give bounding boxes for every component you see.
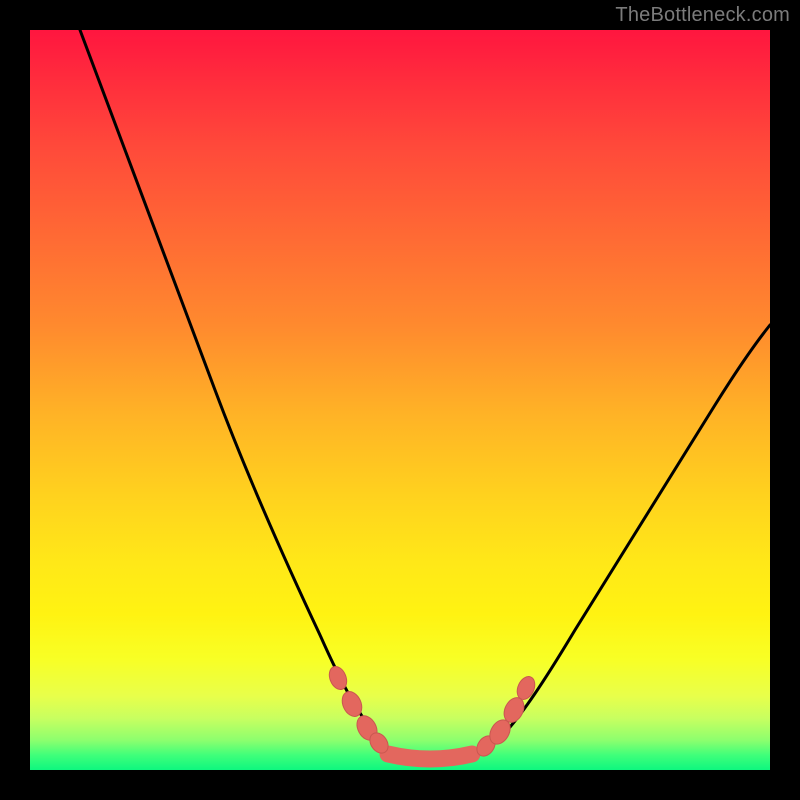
plot-area xyxy=(30,30,770,770)
markers-group xyxy=(326,664,538,760)
trough-pill xyxy=(388,754,472,759)
watermark-text: TheBottleneck.com xyxy=(615,4,790,27)
bottleneck-curve-svg xyxy=(30,30,770,770)
chart-frame: TheBottleneck.com xyxy=(0,0,800,800)
bottleneck-curve-path xyxy=(80,30,770,761)
